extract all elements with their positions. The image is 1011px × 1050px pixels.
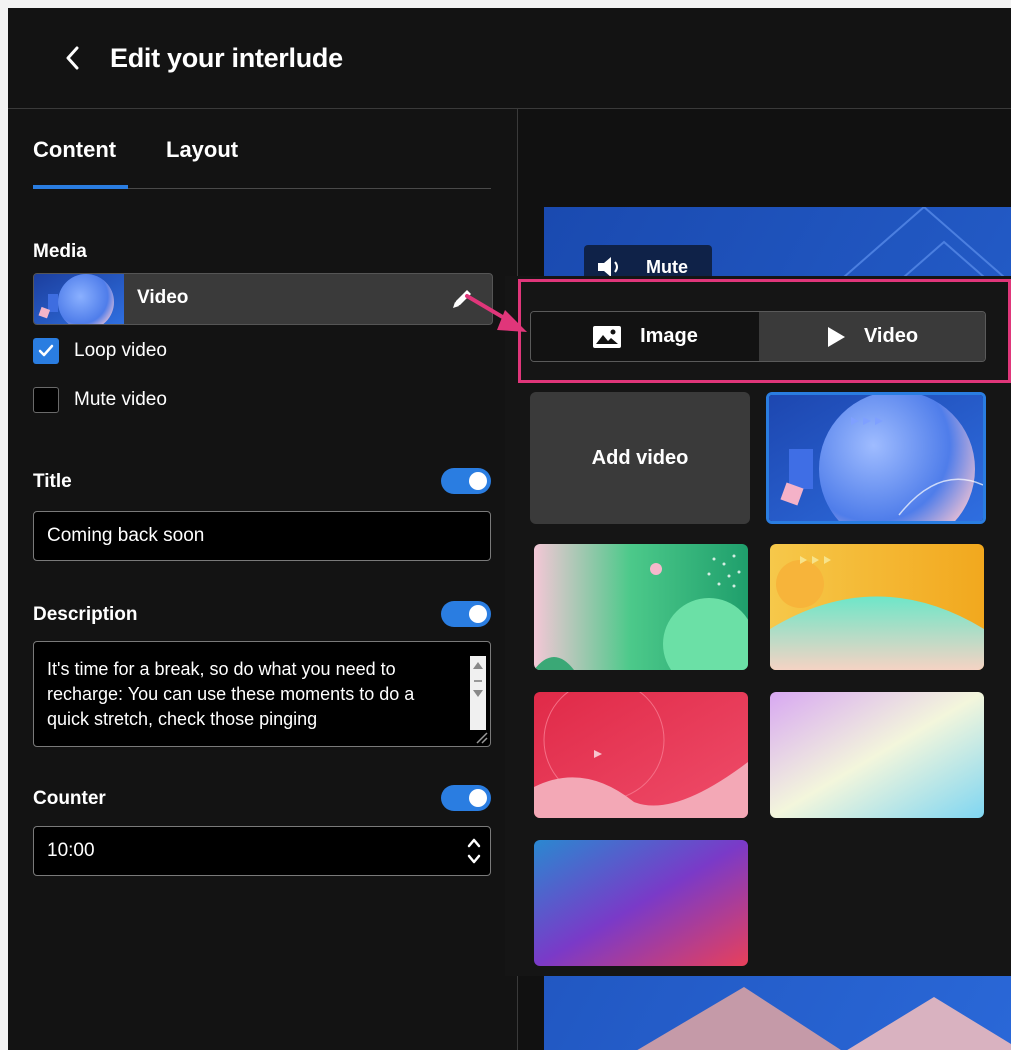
app-window: Edit your interlude Content Layout Media — [8, 8, 1011, 1050]
media-picker-popup: Image Video Add video — [505, 276, 1011, 976]
video-thumbnail-green[interactable] — [534, 544, 748, 670]
tab-content[interactable]: Content — [33, 137, 116, 163]
mute-video-label: Mute video — [74, 389, 167, 410]
counter-section-label: Counter — [33, 788, 106, 809]
chevron-left-icon — [66, 46, 79, 70]
checkbox-unchecked — [33, 387, 59, 413]
textarea-scrollbar[interactable] — [470, 656, 486, 730]
video-thumbnail-pastel[interactable] — [770, 692, 984, 818]
video-segment-label: Video — [863, 325, 919, 347]
loop-video-label: Loop video — [74, 340, 167, 361]
page-title: Edit your interlude — [110, 43, 343, 73]
scroll-thumb[interactable] — [474, 680, 482, 682]
checkmark-icon — [38, 344, 54, 357]
media-selector[interactable]: Video — [33, 273, 493, 325]
active-tab-indicator — [33, 185, 128, 189]
image-segment-button[interactable]: Image — [531, 312, 759, 361]
title-input[interactable]: Coming back soon — [33, 511, 491, 561]
video-thumbnail-purple[interactable] — [534, 840, 748, 966]
tab-layout[interactable]: Layout — [166, 137, 238, 163]
checkbox-checked — [33, 338, 59, 364]
counter-toggle[interactable] — [441, 785, 491, 811]
media-type-label: Video — [137, 287, 189, 308]
title-toggle[interactable] — [441, 468, 491, 494]
media-section-label: Media — [33, 241, 87, 262]
counter-value: 10:00 — [47, 840, 95, 861]
stepper-arrows-icon[interactable] — [466, 835, 482, 867]
pencil-icon[interactable] — [448, 285, 476, 313]
image-segment-label: Image — [640, 325, 698, 347]
video-thumbnail-blue[interactable] — [766, 392, 986, 524]
settings-panel: Content Layout Media Video Loop video Mu… — [8, 109, 518, 1050]
tab-bar: Content Layout — [33, 131, 491, 189]
back-button[interactable] — [60, 42, 84, 74]
play-icon — [827, 326, 845, 347]
header: Edit your interlude — [8, 8, 1011, 109]
media-type-segmented-control: Image Video — [530, 311, 986, 362]
add-video-button[interactable]: Add video — [530, 392, 750, 524]
media-thumbnail — [34, 274, 124, 324]
video-segment-button[interactable]: Video — [759, 312, 985, 361]
description-textarea[interactable]: It's time for a break, so do what you ne… — [33, 641, 491, 747]
video-thumbnail-yellow[interactable] — [770, 544, 984, 670]
loop-video-checkbox[interactable]: Loop video — [33, 337, 167, 365]
counter-input[interactable]: 10:00 — [33, 826, 491, 876]
mute-video-checkbox[interactable]: Mute video — [33, 386, 167, 414]
description-section-label: Description — [33, 604, 138, 625]
toggle-knob — [469, 605, 487, 623]
toggle-knob — [469, 789, 487, 807]
video-thumbnail-red[interactable] — [534, 692, 748, 818]
description-text: It's time for a break, so do what you ne… — [47, 659, 415, 729]
preview-mute-label: Mute — [646, 257, 688, 277]
resize-grip-icon[interactable] — [474, 730, 488, 744]
description-toggle[interactable] — [441, 601, 491, 627]
image-icon — [593, 325, 622, 348]
scroll-up-arrow-icon[interactable] — [473, 662, 483, 669]
scroll-down-arrow-icon[interactable] — [473, 690, 483, 697]
title-section-label: Title — [33, 471, 72, 492]
toggle-knob — [469, 472, 487, 490]
